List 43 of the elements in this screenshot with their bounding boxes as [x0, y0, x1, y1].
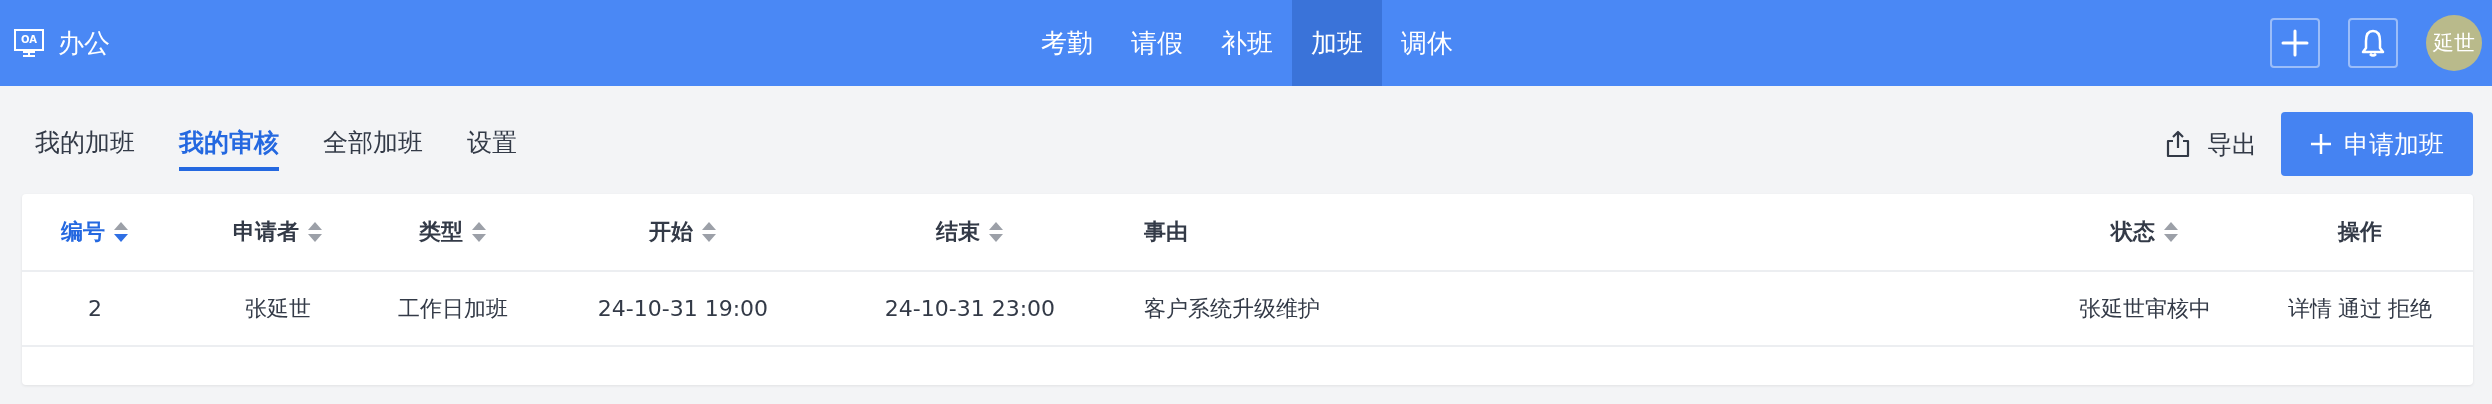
sort-icon[interactable] — [307, 221, 323, 243]
nav-item[interactable]: 考勤 — [1022, 0, 1112, 86]
nav-item[interactable]: 加班 — [1292, 0, 1382, 86]
table-cell: 2 — [88, 296, 102, 321]
column-header: 编号 — [61, 218, 105, 246]
column-header: 操作 — [2338, 218, 2382, 246]
tab[interactable]: 我的审核 — [179, 117, 279, 171]
column-header: 申请者 — [233, 218, 299, 246]
column-header: 类型 — [419, 218, 463, 246]
plus-icon — [2281, 29, 2309, 57]
add-button[interactable] — [2270, 18, 2320, 68]
app-title: 办公 — [58, 26, 110, 60]
export-icon — [2165, 130, 2191, 158]
table-cell-text: 客户系统升级维护 — [1144, 294, 1320, 323]
sort-icon[interactable] — [113, 221, 129, 243]
tab[interactable]: 我的加班 — [35, 117, 135, 171]
notification-button[interactable] — [2348, 18, 2398, 68]
nav-item[interactable]: 补班 — [1202, 0, 1292, 86]
column-header: 事由 — [1144, 218, 1188, 246]
nav-item[interactable]: 请假 — [1112, 0, 1202, 86]
nav-item[interactable]: 调休 — [1382, 0, 1472, 86]
table-cell-text: 工作日加班 — [398, 294, 508, 323]
export-button[interactable]: 导出 — [2165, 127, 2281, 161]
sort-icon[interactable] — [701, 221, 717, 243]
table-cell-text: 张延世审核中 — [2079, 294, 2211, 323]
tab[interactable]: 全部加班 — [323, 117, 423, 171]
column-header: 结束 — [936, 218, 980, 246]
sort-icon[interactable] — [2163, 221, 2179, 243]
action-link[interactable]: 拒绝 — [2388, 293, 2432, 324]
table-cell-text: 张延世 — [245, 294, 311, 323]
column-header: 状态 — [2111, 218, 2155, 246]
plus-icon — [2310, 133, 2332, 155]
create-button[interactable]: 申请加班 — [2281, 112, 2473, 176]
tab[interactable]: 设置 — [467, 117, 517, 171]
table-cell: 24-10-31 23:00 — [884, 296, 1056, 321]
sort-icon[interactable] — [471, 221, 487, 243]
sort-icon[interactable] — [988, 221, 1004, 243]
action-link[interactable]: 通过 — [2338, 293, 2382, 324]
action-link[interactable]: 详情 — [2288, 293, 2332, 324]
oa-logo: OA — [14, 29, 44, 57]
column-header: 开始 — [649, 218, 693, 246]
table-cell: 24-10-31 19:00 — [597, 296, 769, 321]
bell-icon — [2360, 28, 2386, 58]
